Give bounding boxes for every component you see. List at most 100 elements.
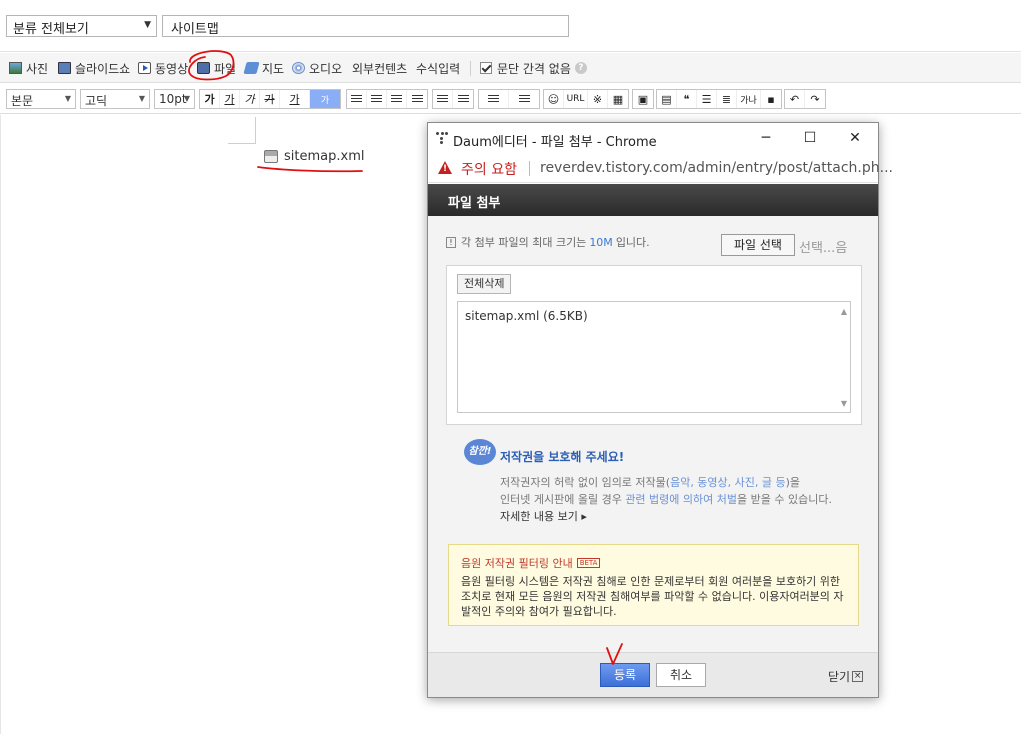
text-box-button[interactable]: ▤ — [657, 90, 677, 108]
text-box-icon: ▤ — [661, 92, 672, 106]
copyright-description-line2: 인터넷 게시판에 올릴 경우 관련 법령에 의하여 처벌을 받을 수 있습니다. — [500, 493, 832, 506]
table-button[interactable]: ▦ — [608, 90, 628, 108]
indent-icon — [437, 94, 448, 104]
divider-icon: ☰ — [701, 92, 712, 106]
register-button[interactable]: 등록 — [600, 663, 650, 687]
category-select[interactable]: 분류 전체보기 ▼ — [6, 15, 157, 37]
font-color-button[interactable]: 가 — [280, 90, 310, 108]
minimize-button[interactable]: ─ — [756, 128, 776, 148]
quote-button[interactable]: ❝ — [677, 90, 697, 108]
list-button[interactable] — [509, 90, 539, 108]
insert-photo-button[interactable]: 사진 — [9, 60, 48, 76]
indent-button[interactable] — [433, 90, 453, 108]
underline-button[interactable]: 가 — [220, 90, 240, 108]
divider-button[interactable]: ☰ — [697, 90, 717, 108]
redo-button[interactable]: ↷ — [805, 90, 825, 108]
selected-file-status: 선택...음 — [799, 241, 848, 256]
photo-icon — [9, 62, 22, 74]
smile-icon: ☺ — [547, 92, 560, 106]
align-center-icon — [371, 94, 382, 104]
align-right-icon — [391, 94, 402, 104]
daum-logo-icon — [436, 132, 448, 144]
address-bar[interactable]: 주의 요함 reverdev.tistory.com/admin/entry/p… — [428, 153, 893, 183]
paragraph-style-select[interactable]: 본문 ▼ — [6, 89, 76, 109]
delete-all-button[interactable]: 전체삭제 — [457, 274, 512, 294]
insert-audio-button[interactable]: 오디오 — [292, 60, 342, 76]
insert-photo-label: 사진 — [26, 61, 49, 76]
floppy-icon — [264, 149, 278, 163]
beta-badge: BETA — [576, 558, 601, 568]
attached-file-link[interactable]: sitemap.xml — [264, 148, 364, 164]
chevron-down-icon: ▼ — [138, 94, 145, 103]
undo-button[interactable]: ↶ — [785, 90, 805, 108]
italic-button[interactable]: 가 — [240, 90, 260, 108]
insert-external-button[interactable]: 외부컨텐츠 — [352, 60, 407, 76]
align-center-button[interactable] — [367, 90, 387, 108]
insert-slideshow-button[interactable]: 슬라이드쇼 — [58, 60, 130, 76]
align-left-button[interactable] — [347, 90, 367, 108]
help-icon[interactable]: ? — [574, 62, 587, 74]
select-file-button[interactable]: 파일 선택 — [721, 234, 795, 256]
dialog-titlebar[interactable]: Daum에디터 - 파일 첨부 - Chrome ─ ☐ ✕ — [428, 123, 878, 153]
text-style-group: 가 가 가 가 가 가 — [199, 89, 341, 109]
special-char-button[interactable]: ※ — [588, 90, 608, 108]
align-justify-icon — [411, 94, 423, 104]
outdent-button[interactable] — [453, 90, 473, 108]
dialog-window-title: Daum에디터 - 파일 첨부 - Chrome — [453, 135, 657, 150]
font-size-select[interactable]: 10pt ▼ — [154, 89, 195, 109]
list-item[interactable]: sitemap.xml (6.5KB) — [465, 309, 588, 323]
paragraph-style-value: 본문 — [11, 94, 34, 108]
music-filter-notice: 음원 저작권 필터링 안내 BETA 음원 필터링 시스템은 저작권 침해로 인… — [448, 544, 859, 626]
align-right-button[interactable] — [387, 90, 407, 108]
more-button[interactable]: ≣ — [717, 90, 737, 108]
category-select-value: 분류 전체보기 — [13, 22, 89, 37]
box-icon: ▣ — [637, 92, 649, 106]
scroll-up-arrow[interactable]: ▲ — [841, 307, 847, 316]
post-title-input[interactable]: 사이트맵 — [162, 15, 569, 37]
bold-button[interactable]: 가 — [200, 90, 220, 108]
link-button[interactable]: URL — [564, 90, 588, 108]
text-size-button[interactable]: 가나 — [737, 90, 761, 108]
close-icon: × — [852, 671, 864, 682]
attachment-list[interactable]: sitemap.xml (6.5KB) ▲ ▼ — [457, 301, 851, 413]
outdent-icon — [457, 94, 469, 104]
scroll-down-arrow[interactable]: ▼ — [841, 399, 847, 408]
more-info-link[interactable]: 자세한 내용 보기 ▸ — [500, 508, 587, 524]
quote-group: ▤ ❝ ☰ ≣ 가나 ▪ — [656, 89, 782, 109]
file-attach-dialog: Daum에디터 - 파일 첨부 - Chrome ─ ☐ ✕ 주의 요함 rev… — [427, 122, 893, 698]
no-spacing-label: 문단 간격 없음 — [497, 61, 571, 76]
dialog-close-button[interactable]: 닫기 × — [828, 668, 864, 685]
box-button[interactable]: ▣ — [633, 90, 653, 108]
line-height-button[interactable] — [479, 90, 509, 108]
insert-video-button[interactable]: 동영상 — [138, 60, 188, 76]
chevron-down-icon: ▼ — [144, 20, 151, 30]
block-group: ▣ — [632, 89, 654, 109]
insert-formula-label: 수식입력 — [416, 61, 461, 76]
save-button[interactable]: ▪ — [761, 90, 781, 108]
insert-formula-button[interactable]: 수식입력 — [416, 60, 460, 76]
copyright-description-line1: 저작권자의 허락 없이 임의로 저작물(음악, 동영상, 사진, 글 등)을 — [500, 476, 801, 489]
floppy-icon — [197, 62, 210, 74]
filter-notice-text: 음원 필터링 시스템은 저작권 침해로 인한 문제로부터 회원 여러분을 보호하… — [461, 575, 844, 618]
cancel-button[interactable]: 취소 — [656, 663, 706, 687]
maximize-button[interactable]: ☐ — [800, 128, 820, 148]
insert-map-button[interactable]: 지도 — [243, 60, 284, 76]
dialog-body: ! 각 첨부 파일의 최대 크기는 10M 입니다. 파일 선택 선택...음 … — [428, 216, 878, 652]
font-family-select[interactable]: 고딕 ▼ — [80, 89, 150, 109]
insert-file-button[interactable]: 파일 — [197, 60, 236, 76]
font-size-value: 10pt — [159, 92, 187, 106]
align-justify-button[interactable] — [407, 90, 427, 108]
redo-icon: ↷ — [810, 92, 820, 106]
window-close-button[interactable]: ✕ — [845, 128, 865, 148]
checkbox-checked-icon[interactable] — [480, 62, 492, 74]
slideshow-icon — [58, 62, 71, 74]
notice-suffix: 입니다. — [615, 236, 650, 249]
toolbar-divider — [470, 61, 471, 76]
background-color-button[interactable]: 가 — [310, 90, 340, 108]
emoticon-button[interactable]: ☺ — [544, 90, 564, 108]
page-url: reverdev.tistory.com/admin/entry/post/at… — [540, 160, 893, 176]
strikethrough-button[interactable]: 가 — [260, 90, 280, 108]
no-spacing-checkbox[interactable]: 문단 간격 없음 ? — [480, 60, 587, 76]
map-icon — [243, 62, 260, 74]
list-icon — [518, 94, 530, 104]
